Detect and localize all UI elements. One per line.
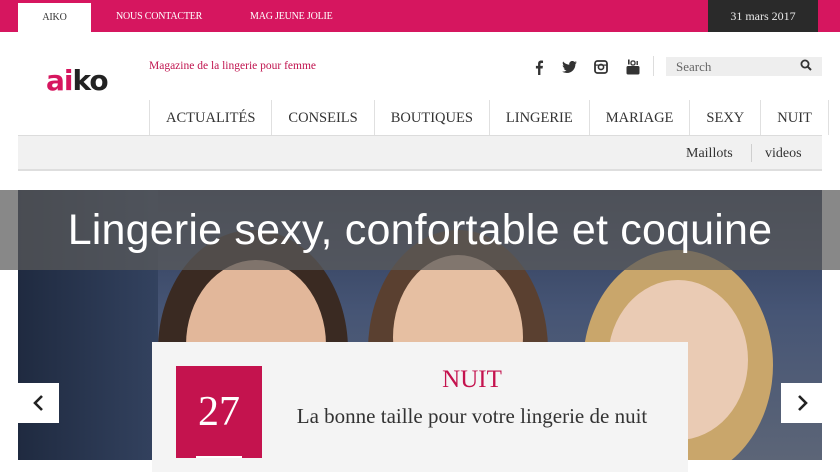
article-number-badge: 27 <box>176 366 262 458</box>
subnav-divider <box>751 144 752 162</box>
top-tab-contact[interactable]: NOUS CONTACTER <box>116 0 202 32</box>
subnav-item-maillots[interactable]: Maillots <box>686 136 733 169</box>
nav-item-nuit[interactable]: NUIT <box>761 100 829 135</box>
article-category[interactable]: NUIT <box>272 366 672 394</box>
nav-item-mariage[interactable]: MARIAGE <box>590 100 691 135</box>
nav-item-conseils[interactable]: CONSEILS <box>272 100 375 135</box>
badge-underline <box>196 456 242 458</box>
page-title: Lingerie sexy, confortable et coquine <box>67 206 773 254</box>
facebook-icon[interactable] <box>529 57 549 77</box>
search-icon[interactable] <box>800 58 816 74</box>
header-separator <box>653 56 654 76</box>
instagram-icon[interactable] <box>591 57 611 77</box>
nav-item-sexy[interactable]: SEXY <box>690 100 762 135</box>
top-bar: AIKO NOUS CONTACTER MAG JEUNE JOLIE 31 m… <box>0 0 840 32</box>
article-number: 27 <box>198 389 240 435</box>
current-date: 31 mars 2017 <box>708 0 818 32</box>
sub-navigation: Maillots videos <box>18 136 822 171</box>
site-tagline: Magazine de la lingerie pour femme <box>149 60 316 72</box>
subnav-item-videos[interactable]: videos <box>765 136 802 169</box>
article-title[interactable]: La bonne taille pour votre lingerie de n… <box>272 404 672 429</box>
slider-prev-button[interactable] <box>18 383 59 423</box>
hero-title-band: Lingerie sexy, confortable et coquine <box>0 190 840 270</box>
featured-article-card[interactable]: 27 NUIT La bonne taille pour votre linge… <box>152 342 688 472</box>
chevron-right-icon <box>797 395 808 411</box>
youtube-icon[interactable] <box>623 57 643 77</box>
chevron-left-icon <box>32 395 43 411</box>
nav-item-actualites[interactable]: ACTUALITÉS <box>150 100 273 135</box>
search-input[interactable] <box>666 57 822 76</box>
site-logo[interactable]: aiko <box>46 64 109 97</box>
nav-item-boutiques[interactable]: BOUTIQUES <box>375 100 490 135</box>
slider-next-button[interactable] <box>781 383 822 423</box>
nav-item-lingerie[interactable]: LINGERIE <box>490 100 590 135</box>
main-navigation: ACTUALITÉS CONSEILS BOUTIQUES LINGERIE M… <box>149 100 829 135</box>
logo-part-ko: ko <box>72 64 109 97</box>
top-tab-aiko[interactable]: AIKO <box>18 3 91 32</box>
logo-part-ai: ai <box>46 64 73 97</box>
top-tab-mag-jeune-jolie[interactable]: MAG JEUNE JOLIE <box>250 0 333 32</box>
twitter-icon[interactable] <box>559 57 579 77</box>
